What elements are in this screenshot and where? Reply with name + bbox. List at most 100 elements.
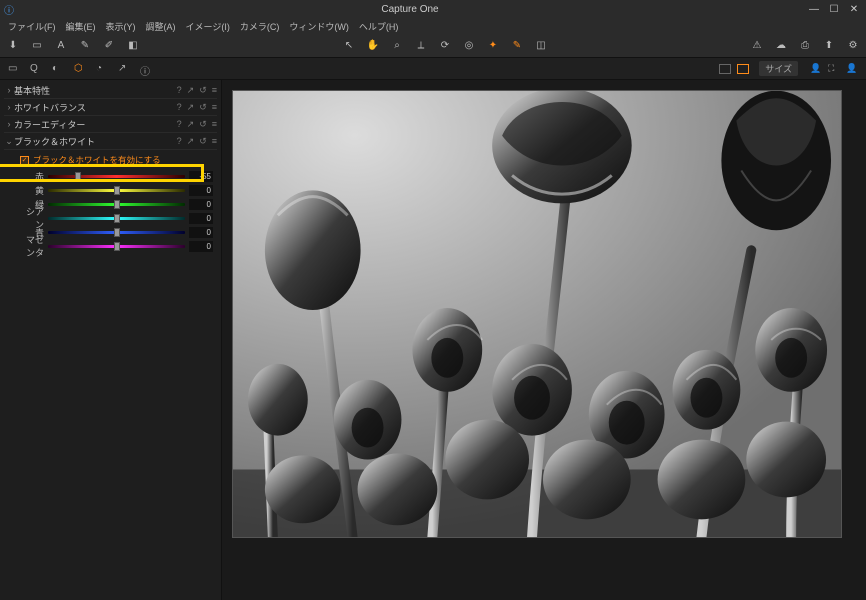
menu-icon[interactable]: ≡ [212, 136, 217, 147]
crop-icon[interactable]: ⟂ [414, 39, 428, 53]
slider-label: マゼンタ [20, 233, 44, 259]
auto-icon[interactable]: ↗ [187, 85, 195, 96]
keystone-icon[interactable]: ✦ [486, 39, 500, 53]
window-title: Capture One [14, 4, 806, 15]
help-icon[interactable]: ? [177, 102, 182, 113]
slider-value[interactable]: -55 [189, 171, 213, 182]
slider-value[interactable]: 0 [189, 241, 213, 252]
mask-icon[interactable]: ◧ [126, 39, 140, 53]
preview-image[interactable] [232, 90, 842, 538]
slider-value[interactable]: 0 [189, 199, 213, 210]
image-viewer [222, 80, 866, 600]
panel-title: カラーエディター [14, 118, 177, 131]
compare-icon[interactable]: 👤 [846, 63, 858, 75]
slider-thumb[interactable] [75, 172, 81, 181]
view-single-toggle[interactable] [737, 64, 749, 74]
minimize-button[interactable]: — [806, 2, 822, 16]
tab-adjust-icon[interactable]: ↗ [118, 63, 130, 75]
import-icon[interactable]: ⬇ [6, 39, 20, 53]
panel-header[interactable]: ›基本特性?↗↺≡ [4, 82, 217, 98]
spot-icon[interactable]: ◎ [462, 39, 476, 53]
slider-value[interactable]: 0 [189, 227, 213, 238]
view-grid-toggle[interactable] [719, 64, 731, 74]
bw-slider-row: 青0 [20, 226, 213, 238]
slider-thumb[interactable] [114, 200, 120, 209]
panel-header[interactable]: ›ホワイトバランス? ↗ ↺ ≡ [4, 99, 217, 115]
loupe-icon[interactable]: ⌕ [390, 39, 404, 53]
cursor-icon[interactable]: ↖ [342, 39, 356, 53]
text-tool-icon[interactable]: A [54, 39, 68, 53]
slider-thumb[interactable] [114, 228, 120, 237]
auto-icon[interactable]: ↗ [187, 136, 195, 147]
menu-item[interactable]: ファイル(F) [8, 20, 56, 33]
rotate-icon[interactable]: ⟳ [438, 39, 452, 53]
panel-title: ブラック＆ホワイト [14, 135, 177, 148]
reset-icon[interactable]: ↺ [199, 102, 207, 113]
tab-exposure-icon[interactable]: ◐ [52, 63, 64, 75]
slider-track[interactable] [48, 175, 185, 178]
chevron-icon: ⌄ [4, 136, 14, 147]
auto-icon[interactable]: ↗ [187, 102, 195, 113]
help-icon[interactable]: ? [177, 136, 182, 147]
tab-color-icon[interactable]: ⬡ [74, 63, 86, 75]
menu-item[interactable]: 表示(Y) [106, 20, 136, 33]
reset-icon[interactable]: ↺ [199, 85, 207, 96]
tab-meta-icon[interactable]: ⓘ [140, 63, 152, 75]
adjust-brush-icon[interactable]: ✎ [510, 39, 524, 53]
slider-thumb[interactable] [114, 214, 120, 223]
reset-icon[interactable]: ↺ [199, 136, 207, 147]
brush-icon[interactable]: ✎ [78, 39, 92, 53]
panel-title: ホワイトバランス [14, 101, 177, 114]
chevron-icon: › [4, 102, 14, 112]
user-icon[interactable]: 👤 [810, 63, 822, 75]
slider-track[interactable] [48, 203, 185, 206]
print-icon[interactable]: ⎙ [798, 39, 812, 53]
menu-item[interactable]: ウィンドウ(W) [289, 20, 349, 33]
close-button[interactable]: ✕ [846, 2, 862, 16]
slider-value[interactable]: 0 [189, 213, 213, 224]
bw-slider-row: 黄0 [20, 184, 213, 196]
menu-item[interactable]: イメージ(I) [186, 20, 230, 33]
slider-track[interactable] [48, 231, 185, 234]
slider-track[interactable] [48, 189, 185, 192]
slider-label: 赤 [20, 170, 44, 183]
slider-value[interactable]: 0 [189, 185, 213, 196]
menu-icon[interactable]: ≡ [212, 119, 217, 130]
slider-track[interactable] [48, 245, 185, 248]
size-chip[interactable]: サイズ [759, 61, 798, 76]
slider-thumb[interactable] [114, 186, 120, 195]
tab-lens-icon[interactable]: Q [30, 63, 42, 75]
menu-icon[interactable]: ≡ [212, 102, 217, 113]
app-info-icon: ⓘ [4, 2, 14, 17]
slider-thumb[interactable] [114, 242, 120, 251]
bw-slider-row: 赤 -55 [20, 170, 213, 182]
overlay-icon[interactable]: ◫ [534, 39, 548, 53]
tab-details-icon[interactable]: ◔ [96, 63, 108, 75]
fullscreen-icon[interactable]: ⛶ [828, 63, 840, 75]
auto-icon[interactable]: ↗ [187, 119, 195, 130]
export-icon[interactable]: ⬆ [822, 39, 836, 53]
bw-enable-checkbox[interactable]: ✓ [20, 156, 29, 165]
tab-library-icon[interactable]: ▭ [8, 63, 20, 75]
eyedropper-icon[interactable]: ✐ [102, 39, 116, 53]
help-icon[interactable]: ? [177, 119, 182, 130]
menu-item[interactable]: 調整(A) [146, 20, 176, 33]
cloud-icon[interactable]: ☁ [774, 39, 788, 53]
slider-track[interactable] [48, 217, 185, 220]
panel-header[interactable]: ⌄ブラック＆ホワイト? ↗ ↺ ≡ [4, 133, 217, 149]
menu-item[interactable]: カメラ(C) [240, 20, 280, 33]
help-icon[interactable]: ? [177, 85, 182, 96]
bw-slider-row: マゼンタ0 [20, 240, 213, 252]
reset-icon[interactable]: ↺ [199, 119, 207, 130]
panel-header[interactable]: ›カラーエディター?↗↺≡ [4, 116, 217, 132]
maximize-button[interactable]: ☐ [826, 2, 842, 16]
menu-icon[interactable]: ≡ [212, 85, 217, 96]
chevron-icon: › [4, 85, 14, 95]
hand-icon[interactable]: ✋ [366, 39, 380, 53]
folder-icon[interactable]: ▭ [30, 39, 44, 53]
warning-icon[interactable]: ⚠ [750, 39, 764, 53]
menu-item[interactable]: ヘルプ(H) [359, 20, 399, 33]
menu-item[interactable]: 編集(E) [66, 20, 96, 33]
tool-sidebar: ›基本特性?↗↺≡›ホワイトバランス?↗↺≡›カラーエディター?↗↺≡⌄ブラック… [0, 80, 222, 600]
process-icon[interactable]: ⚙ [846, 39, 860, 53]
